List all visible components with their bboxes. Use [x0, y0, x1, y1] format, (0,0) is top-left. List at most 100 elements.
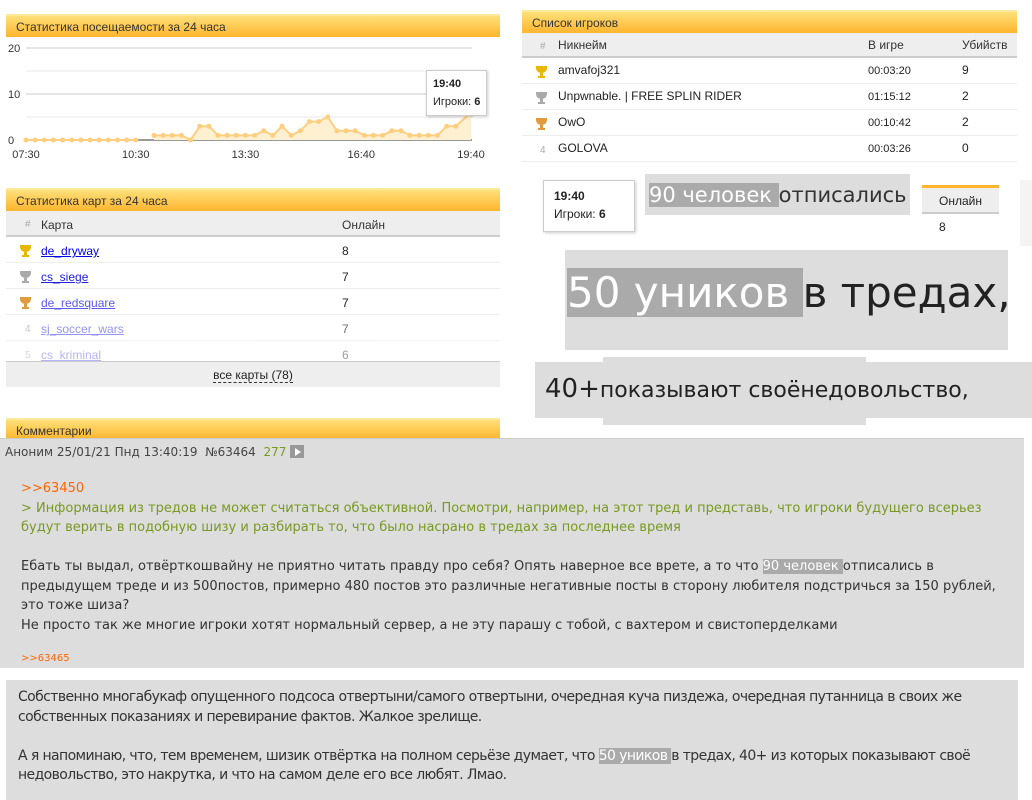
y-tick-label: 10 — [8, 89, 20, 101]
collage-tooltip: 19:40 Игроки: 6 — [543, 180, 635, 232]
post-date: 25/01/21 Пнд 13:40:19 — [56, 445, 198, 459]
data-point — [32, 137, 38, 143]
data-point — [78, 137, 84, 143]
highlight-50: 50 уников — [567, 268, 803, 317]
data-point — [261, 128, 267, 134]
x-tick-label: 07:30 — [12, 149, 40, 161]
map-link[interactable]: sj_soccer_wars — [41, 322, 124, 336]
data-point — [252, 132, 258, 138]
map-row: de_dryway 8 — [6, 237, 500, 263]
tooltip-label: Игроки: — [433, 96, 472, 108]
data-point — [370, 132, 376, 138]
play-icon[interactable] — [290, 445, 305, 458]
data-point — [288, 132, 294, 138]
map-online: 7 — [342, 322, 349, 336]
rank: 4 — [540, 145, 546, 156]
data-point — [96, 137, 102, 143]
trophy-icon — [20, 297, 31, 309]
data-point — [188, 137, 194, 143]
rank: 4 — [25, 324, 31, 335]
chart-tooltip: 19:40 Игроки: 6 — [426, 70, 488, 116]
maps-footer: все карты (78) — [6, 361, 500, 387]
collage-tooltip-label: Игроки: — [554, 207, 596, 221]
all-maps-link[interactable]: все карты (78) — [213, 368, 293, 383]
collage-40-fragment: 40+показывают своёнедовольство, — [535, 362, 1032, 418]
highlight-90: 90 человек — [649, 183, 779, 207]
x-tick-label: 10:30 — [122, 149, 150, 161]
x-tick-label: 16:40 — [348, 149, 376, 161]
data-point — [279, 123, 285, 129]
map-link[interactable]: de_dryway — [41, 244, 99, 258]
player-row: OwO 00:10:42 2 — [522, 110, 1017, 136]
text: Ебать ты выдал, отвёрткошвайну не приятн… — [21, 559, 763, 574]
data-point — [50, 137, 56, 143]
map-online: 7 — [342, 296, 349, 310]
col-kills: Убийств — [962, 38, 1008, 52]
map-link[interactable]: de_redsquare — [41, 296, 115, 310]
map-row: 4 sj_soccer_wars 7 — [6, 315, 500, 341]
data-point — [224, 132, 230, 138]
map-online: 6 — [342, 348, 349, 362]
data-point — [206, 123, 212, 129]
post-2: Собственно многабукаф опущенного подсоса… — [6, 680, 1018, 800]
text-otpisalis: отписались — [778, 183, 907, 207]
data-point — [361, 132, 367, 138]
data-point — [242, 132, 248, 138]
text-pokazyvayut: показывают своё — [599, 378, 801, 403]
comments-panel-header: Комментарии — [6, 418, 500, 439]
data-point — [297, 128, 303, 134]
trophy-icon — [536, 66, 547, 78]
map-online: 8 — [342, 244, 349, 258]
player-kills: 2 — [962, 115, 969, 129]
post-paragraph: А я напоминаю, что, тем временем, шизик … — [18, 747, 1008, 786]
data-point — [389, 128, 395, 134]
y-tick-label: 20 — [8, 43, 20, 55]
player-row: Unpwnable. | FREE SPLIN RIDER 01:15:12 2 — [522, 84, 1017, 110]
player-nick: Unpwnable. | FREE SPLIN RIDER — [558, 89, 742, 103]
quote-text: > Информация из тредов не может считатьс… — [21, 500, 982, 536]
highlight-50: 50 уников — [598, 747, 672, 764]
data-point — [434, 132, 440, 138]
player-kills: 9 — [962, 63, 969, 77]
map-link[interactable]: cs_siege — [41, 270, 88, 284]
data-point — [334, 128, 340, 134]
player-kills: 2 — [962, 89, 969, 103]
col-num: # — [25, 219, 31, 230]
post-paragraph: Собственно многабукаф опущенного подсоса… — [18, 689, 962, 725]
data-point — [124, 137, 130, 143]
maps-panel-header: Статистика карт за 24 часа — [6, 188, 500, 211]
data-point — [416, 132, 422, 138]
collage-tooltip-time: 19:40 — [554, 189, 585, 203]
post-body: >>63450 > Информация из тредов не может … — [21, 479, 1011, 669]
maps-title: Статистика карт за 24 часа — [16, 194, 168, 208]
data-point — [215, 132, 221, 138]
collage-tooltip-value: 6 — [598, 207, 606, 221]
post-63464: Аноним 25/01/21 Пнд 13:40:19 №63464 277 … — [0, 438, 1024, 668]
trophy-icon — [20, 245, 31, 257]
rank: 5 — [25, 350, 31, 361]
data-point — [398, 128, 404, 134]
players-panel-header: Список игроков — [522, 10, 1017, 33]
map-link[interactable]: cs_kriminal — [41, 348, 101, 362]
text: А я напоминаю, что, тем временем, шизик … — [18, 747, 599, 764]
collage-online-header: Онлайн — [922, 188, 999, 214]
data-point — [425, 132, 431, 138]
post-author: Аноним — [5, 445, 54, 459]
attendance-panel-header: Статистика посещаемости за 24 часа — [6, 14, 500, 37]
data-point — [41, 137, 47, 143]
data-point — [160, 132, 166, 138]
data-point — [380, 132, 386, 138]
player-kills: 0 — [962, 141, 969, 155]
data-point — [453, 123, 459, 129]
backlink[interactable]: >>63465 — [21, 649, 1011, 669]
reply-link[interactable]: >>63450 — [21, 479, 1011, 499]
attendance-title: Статистика посещаемости за 24 часа — [16, 20, 226, 34]
post-count: 277 — [263, 445, 287, 459]
highlight-90: 90 человек — [762, 559, 843, 574]
map-row: de_redsquare 7 — [6, 289, 500, 315]
data-point — [316, 119, 322, 125]
text-nedovolstvo: недовольство, — [800, 378, 969, 403]
trophy-icon — [536, 92, 547, 104]
data-point — [133, 137, 139, 143]
post-number[interactable]: №63464 — [205, 445, 256, 459]
